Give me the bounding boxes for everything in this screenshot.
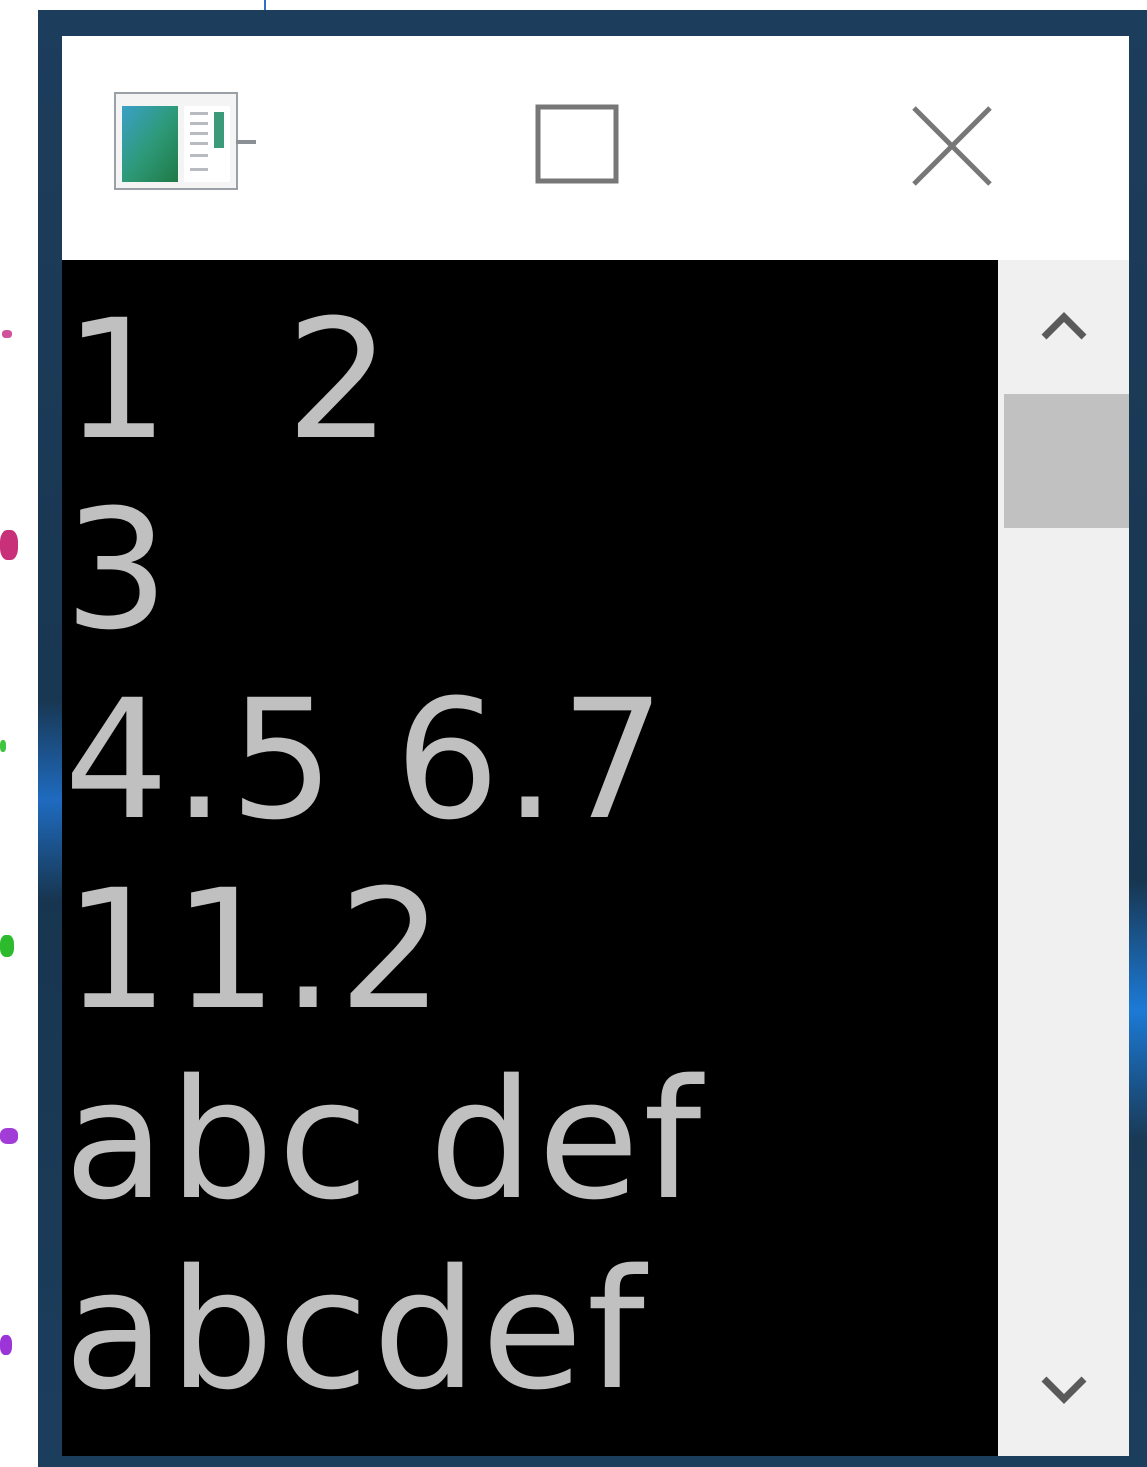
console-window-icon[interactable]	[114, 92, 258, 196]
desktop-speck	[2, 330, 12, 338]
desktop-speck	[0, 740, 6, 752]
chevron-down-icon	[1041, 1376, 1086, 1404]
maximize-icon	[535, 104, 619, 184]
desktop-speck	[0, 935, 14, 957]
close-button[interactable]	[852, 76, 1052, 216]
console-line: 3	[64, 474, 173, 666]
scroll-up-button[interactable]	[998, 260, 1129, 390]
vertical-scrollbar[interactable]	[998, 260, 1129, 1456]
desktop-speck	[0, 530, 18, 560]
frame-highlight	[38, 700, 62, 900]
desktop-speck	[0, 1335, 12, 1355]
screen: 1 2 3 4.5 6.7 11.2 abc def abcdef	[0, 0, 1147, 1467]
desktop-speck	[0, 1128, 18, 1144]
console-line: abcdef	[64, 1234, 649, 1426]
console-output[interactable]: 1 2 3 4.5 6.7 11.2 abc def abcdef	[62, 260, 998, 1456]
console-window: 1 2 3 4.5 6.7 11.2 abc def abcdef	[62, 36, 1129, 1456]
title-bar[interactable]	[62, 36, 1129, 260]
console-line: 11.2	[64, 854, 448, 1046]
scroll-thumb[interactable]	[1004, 394, 1129, 528]
console-line: 1 2	[64, 284, 395, 476]
chevron-up-icon	[1041, 312, 1086, 340]
scroll-down-button[interactable]	[998, 1326, 1129, 1456]
console-line: 4.5 6.7	[64, 664, 670, 856]
close-icon	[912, 106, 992, 186]
frame-highlight	[1129, 880, 1147, 1140]
maximize-button[interactable]	[482, 76, 672, 216]
console-line: abc def	[64, 1044, 706, 1236]
